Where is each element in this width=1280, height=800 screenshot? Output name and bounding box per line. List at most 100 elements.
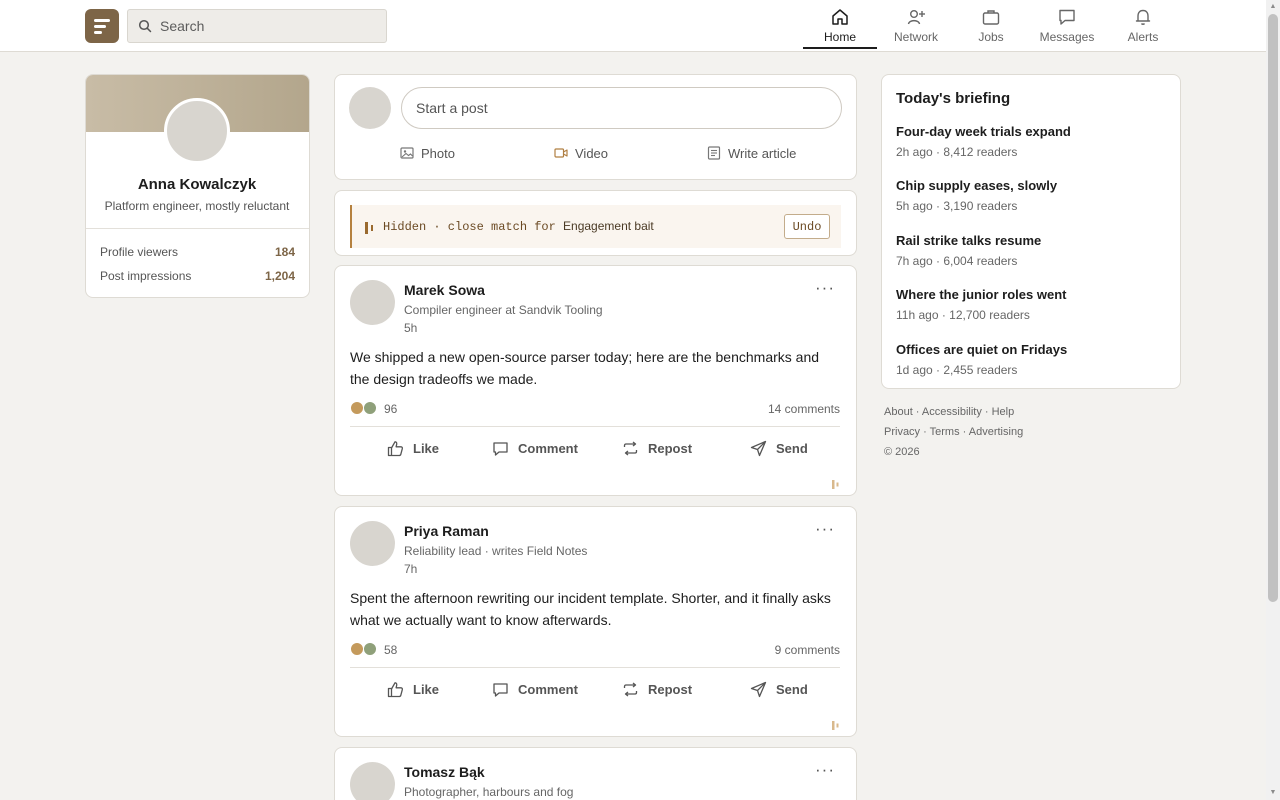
footer-link-accessibility[interactable]: Accessibility	[922, 406, 982, 418]
post-body: We shipped a new open-source parser toda…	[350, 349, 820, 387]
briefing-headline: Offices are quiet on Fridays	[896, 342, 1068, 357]
hidden-notice-category: Engagement bait	[563, 219, 654, 233]
post-author[interactable]: Priya Raman	[404, 523, 489, 539]
briefing-item[interactable]: Offices are quiet on Fridays 1d ago · 2,…	[896, 342, 1166, 377]
start-post-button[interactable]: Start a post	[401, 87, 842, 129]
post-timestamp: 7h	[404, 562, 418, 576]
like-button[interactable]: Like	[387, 438, 447, 460]
briefing-card: Today's briefing Four-day week trials ex…	[881, 74, 1181, 389]
repost-button[interactable]: Repost	[622, 438, 702, 460]
reaction-count[interactable]: 58	[384, 643, 397, 657]
profile-name[interactable]: Anna Kowalczyk	[86, 176, 308, 193]
nav-jobs[interactable]: Jobs	[955, 0, 1027, 49]
article-icon	[707, 146, 721, 163]
search-input[interactable]	[160, 10, 380, 42]
repost-label: Repost	[648, 441, 693, 456]
footer-copyright: © 2026	[884, 446, 920, 458]
stat-value: 1,204	[264, 269, 295, 283]
stat-profile-viewers[interactable]: Profile viewers 184	[100, 245, 295, 259]
search-box	[127, 9, 387, 43]
briefing-meta: 7h ago · 6,004 readers	[896, 254, 1018, 268]
send-label: Send	[776, 441, 808, 456]
write-article-button[interactable]: Write article	[707, 145, 817, 163]
author-avatar[interactable]	[350, 521, 395, 566]
briefing-item[interactable]: Rail strike talks resume 7h ago · 6,004 …	[896, 233, 1166, 268]
filter-marker-icon	[832, 476, 840, 494]
logo[interactable]	[85, 9, 119, 43]
comment-icon	[492, 440, 509, 460]
send-icon	[750, 681, 767, 701]
briefing-meta: 5h ago · 3,190 readers	[896, 199, 1018, 213]
nav-alerts-label: Alerts	[1127, 30, 1159, 44]
briefing-headline: Four-day week trials expand	[896, 124, 1071, 139]
footer-link-advertising[interactable]: Advertising	[969, 426, 1023, 438]
scrollbar-thumb[interactable]	[1268, 14, 1278, 602]
briefing-item[interactable]: Chip supply eases, slowly 5h ago · 3,190…	[896, 178, 1166, 213]
briefing-headline: Rail strike talks resume	[896, 233, 1042, 248]
footer-link-terms[interactable]: Terms	[930, 426, 960, 438]
footer-link-help[interactable]: Help	[992, 406, 1015, 418]
feed-post: Priya Raman Reliability lead · writes Fi…	[334, 506, 857, 737]
like-label: Like	[413, 682, 440, 697]
post-timestamp: 5h	[404, 321, 418, 335]
repost-label: Repost	[648, 682, 693, 697]
comment-button[interactable]: Comment	[492, 438, 582, 460]
more-options-button[interactable]: ···	[811, 278, 839, 300]
post-author-subtitle: Compiler engineer at Sandvik Tooling	[404, 303, 603, 317]
send-button[interactable]: Send	[750, 679, 820, 701]
footer-links-row: About · Accessibility · Help	[884, 406, 1015, 418]
comment-label: Comment	[518, 441, 578, 456]
comment-button[interactable]: Comment	[492, 679, 582, 701]
like-button[interactable]: Like	[387, 679, 447, 701]
author-avatar[interactable]	[350, 280, 395, 325]
nav-network-label: Network	[893, 30, 938, 44]
briefing-title: Today's briefing	[896, 90, 1011, 107]
nav-messages[interactable]: Messages	[1029, 0, 1105, 49]
post-author[interactable]: Tomasz Bąk	[404, 764, 485, 780]
briefing-item[interactable]: Four-day week trials expand 2h ago · 8,4…	[896, 124, 1166, 159]
footer-links-row: Privacy · Terms · Advertising	[884, 426, 1024, 438]
video-label: Video	[575, 146, 609, 161]
stat-label: Profile viewers	[100, 245, 179, 259]
nav-home[interactable]: Home	[803, 0, 877, 49]
hidden-notice-text: Hidden · close match for Engagement bait	[383, 219, 654, 234]
comment-count[interactable]: 14 comments	[768, 402, 840, 416]
photo-button[interactable]: Photo	[400, 145, 470, 163]
undo-button[interactable]: Undo	[784, 214, 830, 239]
avatar	[349, 87, 391, 129]
reaction-icon	[363, 642, 377, 656]
footer-link-about[interactable]: About	[884, 406, 913, 418]
nav-network[interactable]: Network	[879, 0, 953, 49]
video-button[interactable]: Video	[554, 145, 624, 163]
photo-icon	[400, 146, 414, 163]
feed-post: Marek Sowa Compiler engineer at Sandvik …	[334, 265, 857, 496]
briefing-headline: Where the junior roles went	[896, 287, 1067, 302]
comment-icon	[492, 681, 509, 701]
divider	[86, 228, 309, 229]
briefing-item[interactable]: Where the junior roles went 11h ago · 12…	[896, 287, 1166, 322]
post-author[interactable]: Marek Sowa	[404, 282, 485, 298]
reaction-icon	[350, 642, 364, 656]
hidden-notice-prefix: Hidden · close match for	[383, 220, 556, 234]
briefcase-icon	[981, 7, 1001, 30]
nav-alerts[interactable]: Alerts	[1107, 0, 1179, 49]
footer-link-privacy[interactable]: Privacy	[884, 426, 920, 438]
repost-button[interactable]: Repost	[622, 679, 702, 701]
author-avatar[interactable]	[350, 762, 395, 800]
scroll-down-arrow-icon[interactable]: ▼	[1269, 789, 1277, 797]
send-label: Send	[776, 682, 808, 697]
post-author-subtitle: Reliability lead · writes Field Notes	[404, 544, 588, 558]
more-options-button[interactable]: ···	[811, 519, 839, 541]
thumbs-up-icon	[387, 440, 404, 460]
search-icon	[138, 19, 152, 38]
scroll-up-arrow-icon[interactable]: ▲	[1269, 3, 1277, 11]
send-button[interactable]: Send	[750, 438, 820, 460]
repost-icon	[622, 681, 639, 701]
profile-avatar[interactable]	[164, 98, 230, 164]
comment-count[interactable]: 9 comments	[775, 643, 840, 657]
more-options-button[interactable]: ···	[811, 760, 839, 782]
hidden-post-notice: Hidden · close match for Engagement bait…	[334, 190, 857, 256]
stat-post-impressions[interactable]: Post impressions 1,204	[100, 269, 295, 283]
nav-jobs-label: Jobs	[978, 30, 1004, 44]
reaction-count[interactable]: 96	[384, 402, 397, 416]
